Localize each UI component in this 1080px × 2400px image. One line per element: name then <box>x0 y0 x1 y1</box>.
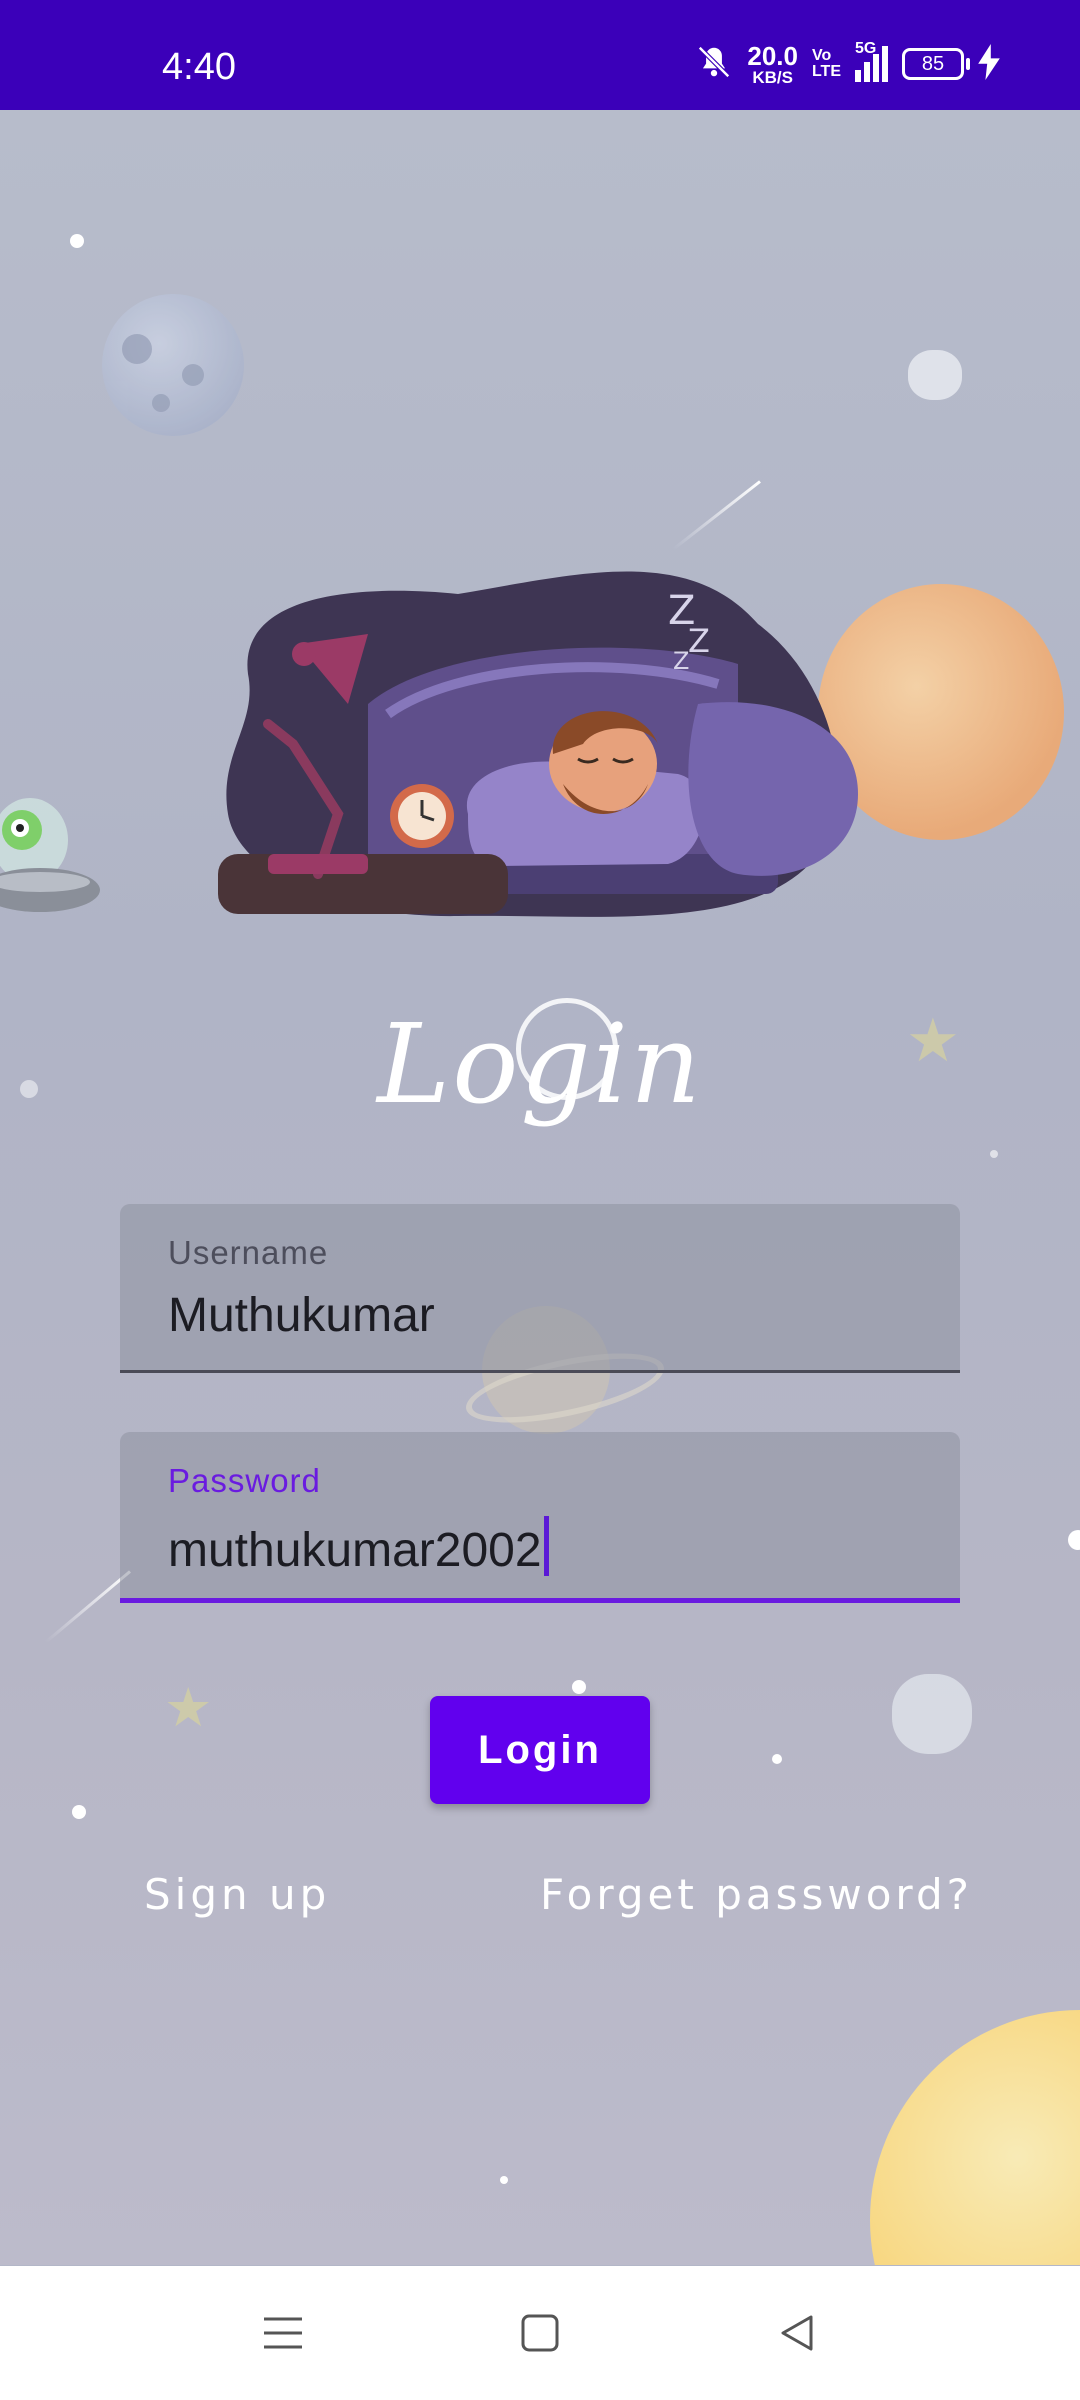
star-dot <box>990 1150 998 1158</box>
rock-decoration <box>892 1674 972 1754</box>
username-field[interactable]: Username Muthukumar <box>120 1204 960 1373</box>
star-dot <box>772 1754 782 1764</box>
text-caret <box>543 1516 549 1576</box>
net-speed: 20.0 KB/S <box>747 43 798 86</box>
star-dot <box>70 234 84 248</box>
navigation-bar <box>0 2266 1080 2400</box>
password-field[interactable]: Password muthukumar2002 <box>120 1432 960 1603</box>
net-speed-unit: KB/S <box>752 67 793 87</box>
back-triangle-icon[interactable] <box>762 2298 832 2368</box>
charging-icon <box>978 43 1000 85</box>
moon-decoration <box>102 294 244 436</box>
sign-up-link[interactable]: Sign up <box>144 1870 330 1919</box>
battery-icon: 85 <box>902 48 970 80</box>
rock-decoration <box>908 350 962 400</box>
yellow-planet <box>870 2010 1080 2265</box>
forgot-password-link[interactable]: Forget password? <box>540 1870 973 1919</box>
menu-icon[interactable] <box>248 2298 318 2368</box>
volte-top: Vo <box>811 47 832 64</box>
status-bar: 4:40 20.0 KB/S Vo LTE 5G 85 <box>0 0 1080 110</box>
sleeping-illustration: Z Z Z <box>218 554 862 924</box>
net-speed-value: 20.0 <box>747 40 798 71</box>
volte-bottom: LTE <box>811 63 841 80</box>
username-input[interactable]: Muthukumar <box>168 1288 435 1343</box>
star-dot <box>72 1805 86 1819</box>
status-time: 4:40 <box>162 46 236 88</box>
svg-text:Z: Z <box>688 622 710 660</box>
volte-indicator: Vo LTE <box>812 48 841 80</box>
username-label: Username <box>168 1234 329 1271</box>
login-button[interactable]: Login <box>430 1696 650 1804</box>
status-icons: 20.0 KB/S Vo LTE 5G 85 <box>695 40 1000 88</box>
star-icon: ★ <box>164 1678 213 1738</box>
home-square-icon[interactable] <box>505 2298 575 2368</box>
star-dot <box>500 2176 508 2184</box>
password-input[interactable]: muthukumar2002 <box>168 1524 542 1577</box>
page-title: Login <box>377 1000 703 1128</box>
signal-label: 5G <box>855 40 877 57</box>
star-dot <box>1068 1530 1080 1550</box>
shooting-star <box>672 480 761 551</box>
battery-level: 85 <box>921 52 945 75</box>
password-label: Password <box>168 1462 321 1499</box>
shooting-star <box>44 1570 131 1644</box>
alien-ufo <box>0 770 110 980</box>
mute-bell-icon <box>695 43 733 86</box>
space-background: ★ ★ <box>0 110 1080 2265</box>
star-dot <box>572 1680 586 1694</box>
svg-text:Z: Z <box>673 647 689 675</box>
password-input-wrap[interactable]: muthukumar2002 <box>168 1516 549 1578</box>
signal-icon: 5G <box>855 40 888 82</box>
